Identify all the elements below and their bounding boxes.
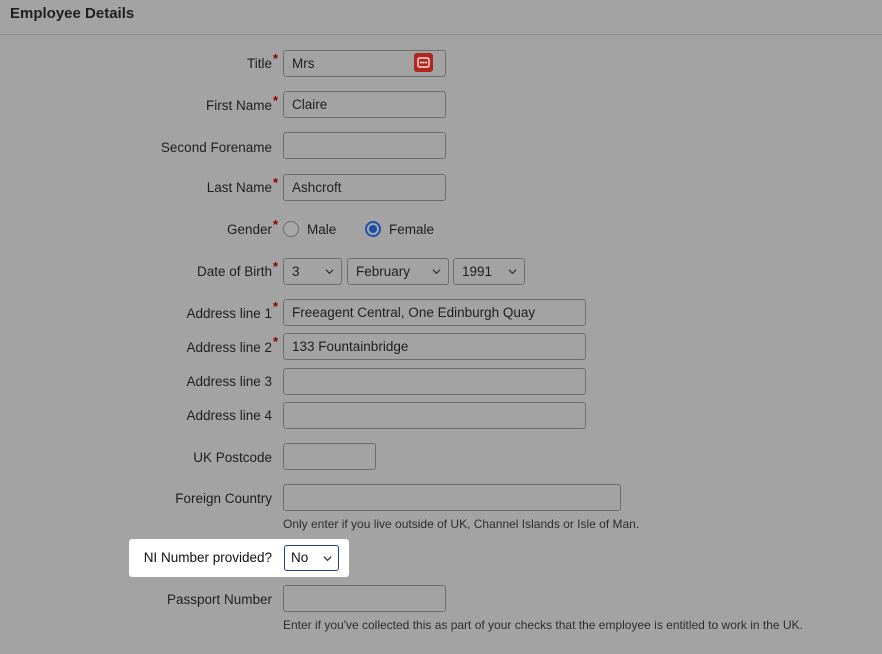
last-name-required-marker: * xyxy=(272,175,278,190)
ni-number-provided-select[interactable]: No xyxy=(284,545,339,571)
ni-number-provided-value: No xyxy=(291,550,309,565)
passport-number-label: Passport Number xyxy=(166,592,272,607)
employee-details-page: Employee Details Title * Mrs First Name … xyxy=(0,0,882,654)
address-line-2-label: Address line 2 xyxy=(186,340,272,355)
dob-year-value: 1991 xyxy=(462,264,493,279)
address-line-2-required-marker: * xyxy=(272,334,278,349)
address-line-3-label: Address line 3 xyxy=(186,374,272,389)
dob-day-value: 3 xyxy=(292,264,300,279)
address-line-4-label: Address line 4 xyxy=(186,408,272,423)
ni-number-provided-label: NI Number provided? xyxy=(143,550,272,565)
dob-day-select[interactable]: 3 xyxy=(283,258,342,285)
dob-year-select[interactable]: 1991 xyxy=(453,258,525,285)
chevron-down-icon xyxy=(325,269,334,275)
section-divider xyxy=(0,34,882,35)
chevron-down-icon xyxy=(432,269,441,275)
first-name-input[interactable]: Claire xyxy=(283,91,446,118)
title-required-marker: * xyxy=(272,51,278,66)
second-forename-label: Second Forename xyxy=(160,140,272,155)
address-line-2-input[interactable]: 133 Fountainbridge xyxy=(283,333,586,360)
date-of-birth-label: Date of Birth xyxy=(196,264,272,279)
last-name-input[interactable]: Ashcroft xyxy=(283,174,446,201)
gender-label: Gender xyxy=(226,222,272,237)
foreign-country-label: Foreign Country xyxy=(175,491,272,506)
passport-number-input[interactable] xyxy=(283,585,446,612)
gender-male-radio[interactable] xyxy=(283,221,299,237)
first-name-required-marker: * xyxy=(272,93,278,108)
second-forename-input[interactable] xyxy=(283,132,446,159)
last-name-label: Last Name xyxy=(206,180,272,195)
address-line-1-required-marker: * xyxy=(272,299,278,314)
chevron-down-icon xyxy=(323,556,332,562)
date-of-birth-required-marker: * xyxy=(272,259,278,274)
dob-month-select[interactable]: February xyxy=(347,258,449,285)
uk-postcode-input[interactable] xyxy=(283,443,376,470)
passport-number-hint: Enter if you've collected this as part o… xyxy=(283,618,803,632)
address-line-4-input[interactable] xyxy=(283,402,586,429)
first-name-label: First Name xyxy=(205,98,272,113)
gender-female-label[interactable]: Female xyxy=(389,222,434,237)
address-line-3-input[interactable] xyxy=(283,368,586,395)
gender-male-label[interactable]: Male xyxy=(307,222,336,237)
gender-required-marker: * xyxy=(272,217,278,232)
foreign-country-input[interactable] xyxy=(283,484,621,511)
chevron-down-icon xyxy=(508,269,517,275)
title-label: Title xyxy=(246,56,272,71)
gender-female-radio[interactable] xyxy=(365,221,381,237)
foreign-country-hint: Only enter if you live outside of UK, Ch… xyxy=(283,517,640,531)
uk-postcode-label: UK Postcode xyxy=(193,450,272,465)
password-manager-icon[interactable] xyxy=(414,53,433,72)
dob-month-value: February xyxy=(356,264,411,279)
address-line-1-label: Address line 1 xyxy=(186,306,272,321)
section-title: Employee Details xyxy=(10,5,135,22)
address-line-1-input[interactable]: Freeagent Central, One Edinburgh Quay xyxy=(283,299,586,326)
